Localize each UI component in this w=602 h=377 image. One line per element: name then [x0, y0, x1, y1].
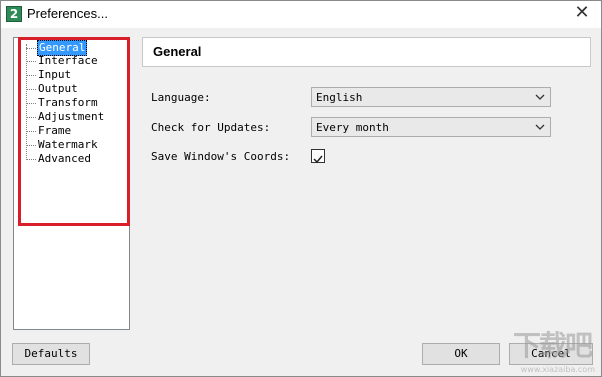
section-header: General	[142, 37, 591, 67]
tree-connector	[26, 116, 36, 118]
save-coords-checkbox[interactable]	[311, 149, 325, 164]
tree-item-transform[interactable]: Transform	[26, 96, 99, 110]
tree-connector	[26, 102, 36, 104]
tree-item-adjustment[interactable]: Adjustment	[26, 110, 105, 124]
tree-item-interface[interactable]: Interface	[26, 54, 99, 68]
language-label: Language:	[151, 91, 211, 104]
ok-button[interactable]: OK	[422, 343, 500, 365]
checkmark-icon	[313, 155, 323, 164]
tree-item-frame[interactable]: Frame	[26, 124, 72, 138]
tree-item-label: Watermark	[38, 138, 98, 151]
tree-connector	[26, 144, 36, 146]
section-title: General	[153, 44, 202, 59]
tree-item-label: Advanced	[38, 152, 91, 165]
updates-label: Check for Updates:	[151, 121, 271, 134]
window-title: Preferences...	[27, 6, 108, 21]
tree-item-label: Transform	[38, 96, 98, 109]
tree-connector	[26, 74, 36, 76]
chevron-down-icon	[535, 94, 545, 100]
language-select[interactable]: English	[311, 87, 551, 107]
tree-item-label: Interface	[38, 54, 98, 67]
defaults-button[interactable]: Defaults	[12, 343, 90, 365]
language-value: English	[316, 91, 363, 104]
title-bar: 2 Preferences... ✕	[1, 1, 601, 28]
tree-item-label: Frame	[38, 124, 72, 137]
tree-item-general[interactable]: General	[26, 40, 88, 56]
category-tree[interactable]: General Interface Input Output Transform…	[13, 37, 130, 330]
watermark-url: www.xiazaiba.com	[520, 365, 595, 374]
update-frequency-value: Every month	[316, 121, 389, 134]
site-watermark-logo: 下载吧 www.xiazaiba.com	[513, 324, 595, 374]
chevron-down-icon	[535, 124, 545, 130]
tree-item-label: Input	[38, 68, 72, 81]
close-icon[interactable]: ✕	[569, 3, 595, 25]
tree-connector	[26, 158, 36, 160]
tree-item-watermark[interactable]: Watermark	[26, 138, 99, 152]
app-icon: 2	[6, 6, 22, 22]
update-frequency-select[interactable]: Every month	[311, 117, 551, 137]
tree-item-label: Adjustment	[38, 110, 105, 123]
tree-connector	[26, 130, 36, 132]
tree-connector	[26, 88, 36, 90]
watermark-text: 下载吧	[513, 329, 593, 362]
tree-item-label: Output	[38, 82, 78, 95]
save-coords-label: Save Window's Coords:	[151, 150, 291, 163]
tree-item-input[interactable]: Input	[26, 68, 72, 82]
preferences-dialog: 2 Preferences... ✕ General Interface Inp…	[0, 0, 602, 377]
tree-item-advanced[interactable]: Advanced	[26, 152, 92, 166]
tree-connector	[26, 47, 36, 49]
tree-item-output[interactable]: Output	[26, 82, 79, 96]
tree-connector	[26, 60, 36, 62]
